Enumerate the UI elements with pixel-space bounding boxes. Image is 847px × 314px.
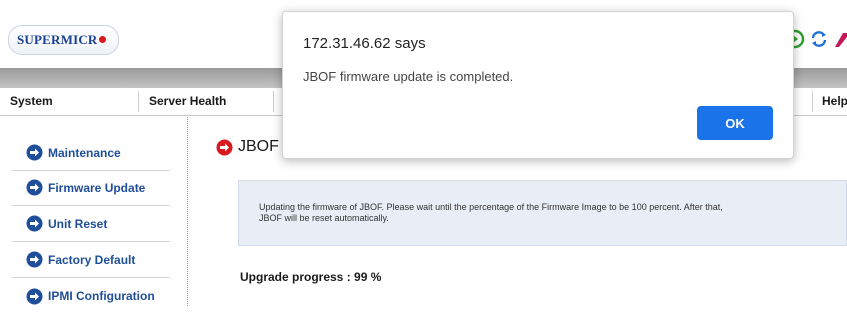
- arrow-right-icon: [26, 215, 43, 232]
- logo-dot: [98, 36, 106, 43]
- dialog-title: 172.31.46.62 says: [303, 35, 426, 52]
- info-text: Updating the firmware of JBOF. Please wa…: [259, 202, 723, 223]
- arrow-right-icon: [26, 144, 43, 161]
- logo-text: SUPERMICR: [17, 32, 98, 47]
- ok-button[interactable]: OK: [697, 106, 773, 140]
- alert-dialog: 172.31.46.62 says JBOF firmware update i…: [282, 11, 794, 159]
- sync-icon[interactable]: [809, 29, 829, 49]
- sidebar-item-factory-default[interactable]: Factory Default: [12, 242, 170, 278]
- arrow-right-icon: [26, 288, 43, 304]
- supermicro-logo: SUPERMICR: [8, 25, 119, 55]
- sidebar-item-label: Factory Default: [48, 252, 136, 267]
- nav-separator: [812, 91, 813, 112]
- arrow-right-icon: [26, 179, 43, 196]
- sidebar-item-unit-reset[interactable]: Unit Reset: [12, 206, 170, 242]
- sidebar: Maintenance Firmware Update Unit Reset F…: [0, 117, 188, 306]
- nav-item-server-health[interactable]: Server Health: [149, 88, 226, 115]
- nav-separator: [138, 91, 139, 112]
- dialog-message: JBOF firmware update is completed.: [303, 69, 514, 84]
- upgrade-progress-label: Upgrade progress : 99 %: [240, 270, 382, 284]
- logout-icon[interactable]: [833, 29, 847, 49]
- sidebar-item-firmware-update[interactable]: Firmware Update: [12, 170, 170, 206]
- info-box: Updating the firmware of JBOF. Please wa…: [238, 180, 847, 246]
- arrow-right-icon: [26, 251, 43, 268]
- sidebar-item-label: Firmware Update: [48, 180, 146, 195]
- nav-item-system[interactable]: System: [10, 88, 53, 115]
- nav-separator: [273, 91, 274, 112]
- header-icons: [785, 29, 847, 49]
- sidebar-item-ipmi-configuration[interactable]: IPMI Configuration: [12, 278, 170, 314]
- sidebar-item-label: Unit Reset: [48, 216, 108, 231]
- sidebar-item-label: IPMI Configuration: [48, 289, 155, 303]
- page-title: JBOF: [238, 138, 279, 155]
- nav-item-help[interactable]: Help: [822, 88, 847, 115]
- sidebar-item-label: Maintenance: [48, 145, 121, 160]
- page-heading: JBOF: [216, 138, 279, 156]
- stop-arrow-icon: [216, 139, 233, 155]
- sidebar-item-maintenance[interactable]: Maintenance: [12, 135, 170, 171]
